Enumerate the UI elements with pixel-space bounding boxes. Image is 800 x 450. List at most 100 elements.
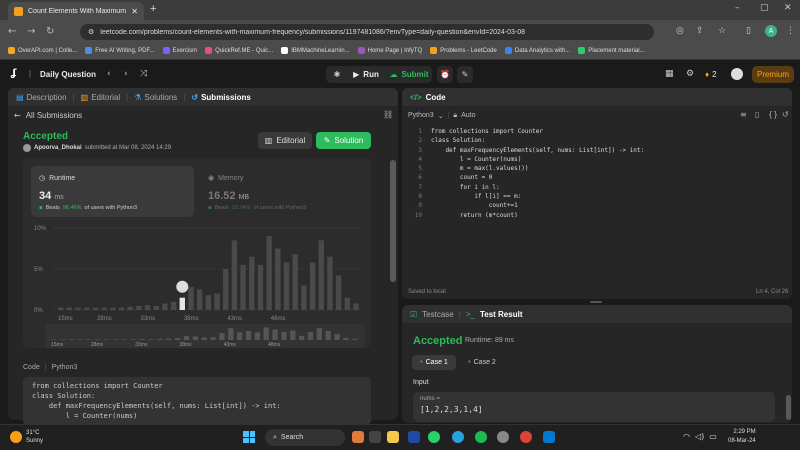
bookmark-item[interactable]: Data Analytics with... xyxy=(504,47,570,54)
highlighted-bar[interactable] xyxy=(179,297,185,310)
format-icon[interactable]: ≡ xyxy=(740,110,747,119)
code-editor[interactable]: 1 from collections import Counter 2 class S… xyxy=(410,127,785,227)
run-button[interactable]: ▶ Run xyxy=(348,66,384,83)
user-avatar[interactable] xyxy=(731,68,743,80)
chart-bar[interactable] xyxy=(266,236,272,310)
runtime-distribution-chart[interactable]: 10% 5% 0% 15ms 28ms 33ms 38ms 43ms 48ms xyxy=(30,222,368,324)
taskbar-search[interactable]: ⌕ Search xyxy=(265,429,345,446)
chart-bar[interactable] xyxy=(318,240,324,310)
username[interactable]: Apoorva_Dhokai xyxy=(34,145,82,151)
chart-bar[interactable] xyxy=(301,285,307,310)
chart-bar[interactable] xyxy=(144,305,151,310)
tab-submissions[interactable]: ↺ Submissions xyxy=(191,93,251,102)
bookmark-item[interactable]: Problems - LeetCode xyxy=(430,47,497,54)
test-panel-scrollbar[interactable] xyxy=(786,395,791,420)
reset-icon[interactable]: ↺ xyxy=(782,110,789,119)
case-2-tab[interactable]: • Case 2 xyxy=(462,355,502,370)
chart-bar[interactable] xyxy=(127,306,133,310)
chart-bar[interactable] xyxy=(110,307,116,310)
chart-bar[interactable] xyxy=(196,289,203,311)
minimize-icon[interactable]: – xyxy=(735,3,740,13)
chart-minimap[interactable]: 15ms 28ms 33ms 38ms 43ms 48ms xyxy=(45,324,365,348)
tab-test-result[interactable]: Test Result xyxy=(480,310,523,319)
task-view-icon[interactable] xyxy=(369,431,381,443)
chart-bar[interactable] xyxy=(58,307,64,310)
settings-gear-icon[interactable]: ⚙ xyxy=(686,69,694,79)
editorial-button[interactable]: ▥ Editorial xyxy=(258,132,312,149)
chrome-icon[interactable] xyxy=(520,431,532,443)
bookmark-item[interactable]: Placement material... xyxy=(578,47,645,54)
telegram-icon[interactable] xyxy=(452,431,464,443)
shuffle-icon[interactable]: ⤨ xyxy=(140,69,147,79)
chart-bar[interactable] xyxy=(249,256,255,310)
taskbar-app-icon[interactable] xyxy=(352,431,364,443)
chart-bar[interactable] xyxy=(292,254,298,310)
vscode-icon[interactable] xyxy=(543,431,555,443)
close-window-icon[interactable]: ✕ xyxy=(784,3,792,13)
streak-counter[interactable]: ♦ 2 xyxy=(705,70,717,79)
chart-bar[interactable] xyxy=(118,307,125,310)
bookmark-item[interactable]: Home Page | InfyTQ xyxy=(357,47,422,54)
browser-tab[interactable]: Count Elements With Maximum ✕ xyxy=(8,2,144,20)
notes-icon[interactable]: ✎ xyxy=(457,66,473,83)
chart-bar[interactable] xyxy=(335,275,342,310)
braces-icon[interactable]: {} xyxy=(768,110,778,119)
chart-bar[interactable] xyxy=(136,305,142,310)
chart-bar[interactable] xyxy=(101,307,107,310)
chart-bar[interactable] xyxy=(75,307,81,310)
chart-bar[interactable] xyxy=(353,303,359,310)
daily-question-title[interactable]: Daily Question xyxy=(40,70,96,79)
tab-testcase[interactable]: Testcase xyxy=(422,310,454,319)
submit-button[interactable]: ☁ Submit xyxy=(386,66,432,83)
chart-bar[interactable] xyxy=(162,303,168,310)
tab-solutions[interactable]: ⚗ Solutions xyxy=(134,93,177,102)
new-tab-button[interactable]: + xyxy=(150,3,156,15)
close-tab-icon[interactable]: ✕ xyxy=(131,7,138,16)
chart-bar[interactable] xyxy=(231,240,238,310)
chart-bar[interactable] xyxy=(66,307,73,310)
sidepanel-icon[interactable]: ▯ xyxy=(746,26,751,36)
chart-bar[interactable] xyxy=(344,297,351,310)
bookmark-item[interactable]: Free AI Writing, PDF... xyxy=(85,47,155,54)
premium-button[interactable]: Premium xyxy=(752,66,794,83)
mode-select[interactable]: Auto xyxy=(461,112,475,119)
back-icon[interactable]: ← xyxy=(8,26,16,37)
chart-bar[interactable] xyxy=(170,301,177,310)
clock[interactable]: 2:29 PM 08-Mar-24 xyxy=(728,428,756,446)
share-icon[interactable]: ⇪ xyxy=(696,26,704,36)
chart-bar[interactable] xyxy=(223,269,229,310)
chart-bar[interactable] xyxy=(205,295,212,310)
next-problem-icon[interactable]: › xyxy=(124,69,128,79)
left-panel-scrollbar[interactable] xyxy=(390,160,396,282)
leetcode-logo-icon[interactable]: ʆ xyxy=(11,68,23,80)
alarm-icon[interactable]: ⏰ xyxy=(437,66,453,83)
bookmark-item[interactable]: OverAPI.com | Colle... xyxy=(8,47,77,54)
hide-icon[interactable]: ◎ xyxy=(676,26,684,36)
layout-icon[interactable]: ▦ xyxy=(665,69,674,79)
memory-label[interactable]: ◉ Memory xyxy=(208,174,243,182)
case-1-tab[interactable]: • Case 1 xyxy=(412,355,456,370)
chart-bar[interactable] xyxy=(92,307,99,310)
chart-bar[interactable] xyxy=(275,248,281,311)
debug-icon[interactable]: ✱ xyxy=(330,66,344,83)
chart-bar[interactable] xyxy=(257,264,264,310)
maximize-icon[interactable]: ▢ xyxy=(760,3,769,13)
weather-widget[interactable]: 31°C Sunny xyxy=(10,429,43,445)
chart-bar[interactable] xyxy=(153,305,159,310)
chart-bar[interactable] xyxy=(240,264,246,310)
bookmark-item[interactable]: QuickRef.ME - Quic... xyxy=(205,47,273,54)
spotify-icon[interactable] xyxy=(475,431,487,443)
bookmark-icon[interactable]: ▯ xyxy=(755,110,759,119)
solution-button[interactable]: ✎ Solution xyxy=(316,132,371,149)
language-select[interactable]: Python3 xyxy=(408,112,434,119)
tab-description[interactable]: ▤ Description xyxy=(16,93,67,102)
browser-menu-icon[interactable]: ⋮ xyxy=(786,26,795,36)
chart-bar[interactable] xyxy=(283,262,290,310)
chart-bar[interactable] xyxy=(84,307,90,310)
bookmark-star-icon[interactable]: ☆ xyxy=(718,26,726,36)
windows-start-icon[interactable] xyxy=(243,431,255,443)
l-app-icon[interactable] xyxy=(408,431,420,443)
profile-avatar[interactable]: A xyxy=(765,25,777,37)
chart-bar[interactable] xyxy=(214,293,220,310)
resize-handle[interactable] xyxy=(590,301,602,303)
